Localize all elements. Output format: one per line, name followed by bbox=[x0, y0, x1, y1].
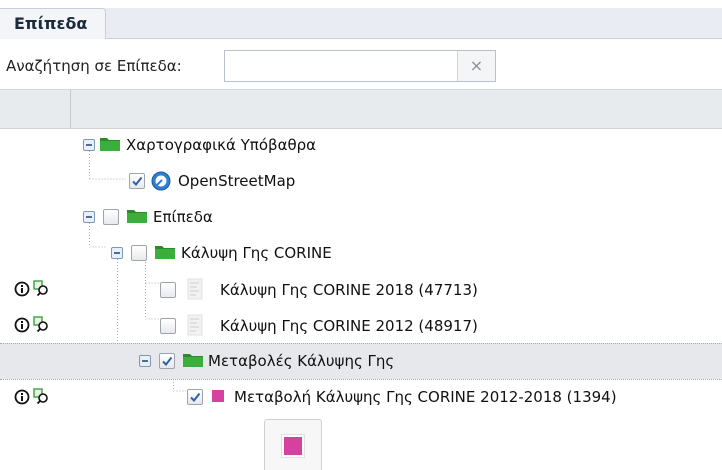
collapse-icon[interactable] bbox=[83, 211, 95, 223]
node-label[interactable]: Κάλυψη Γης CORINE 2018 (47713) bbox=[220, 281, 478, 299]
collapse-icon[interactable] bbox=[83, 139, 95, 151]
zoom-to-layer-icon[interactable] bbox=[33, 388, 49, 404]
checkmark-icon bbox=[162, 356, 173, 367]
folder-checkbox[interactable] bbox=[131, 245, 147, 261]
checkmark-icon bbox=[132, 176, 143, 187]
tree-row-corine-folder[interactable]: Κάλυψη Γης CORINE bbox=[0, 235, 722, 271]
node-label[interactable]: Μεταβολές Κάλυψης Γης bbox=[208, 352, 394, 370]
clear-search-button[interactable]: × bbox=[457, 51, 495, 81]
layer-tree: Χαρτογραφικά Υπόβαθρα OpenStreetMap Επίπ… bbox=[0, 127, 722, 407]
node-label[interactable]: Κάλυψη Γης CORINE bbox=[181, 244, 332, 262]
tree-row-layers-folder[interactable]: Επίπεδα bbox=[0, 199, 722, 235]
folder-icon bbox=[127, 210, 147, 223]
folder-checkbox[interactable] bbox=[103, 209, 119, 225]
header-column-divider[interactable] bbox=[70, 90, 71, 128]
node-label[interactable]: Χαρτογραφικά Υπόβαθρα bbox=[126, 136, 316, 154]
folder-checkbox[interactable] bbox=[159, 353, 175, 369]
tree-row-corine-change-2012-2018[interactable]: Μεταβολή Κάλυψης Γης CORINE 2012-2018 (1… bbox=[0, 379, 722, 415]
legend-swatch-icon bbox=[281, 434, 305, 458]
folder-icon bbox=[155, 246, 175, 259]
folder-icon bbox=[183, 354, 203, 367]
search-label: Αναζήτηση σε Επίπεδα: bbox=[6, 57, 182, 75]
layer-search-row: Αναζήτηση σε Επίπεδα: × bbox=[0, 50, 722, 86]
tree-row-basemaps[interactable]: Χαρτογραφικά Υπόβαθρα bbox=[0, 127, 722, 163]
checkmark-icon bbox=[190, 392, 201, 403]
tree-row-openstreetmap[interactable]: OpenStreetMap bbox=[0, 163, 722, 199]
tab-strip: Επίπεδα bbox=[0, 8, 722, 39]
document-icon bbox=[187, 314, 203, 336]
node-label[interactable]: OpenStreetMap bbox=[178, 172, 295, 190]
tree-row-corine-2012[interactable]: Κάλυψη Γης CORINE 2012 (48917) bbox=[0, 307, 722, 343]
zoom-to-layer-icon[interactable] bbox=[33, 316, 49, 332]
osm-globe-icon bbox=[151, 171, 171, 191]
document-icon bbox=[187, 278, 203, 300]
info-icon[interactable] bbox=[14, 281, 30, 297]
node-label[interactable]: Κάλυψη Γης CORINE 2012 (48917) bbox=[220, 317, 478, 335]
folder-icon bbox=[100, 138, 120, 151]
layer-checkbox[interactable] bbox=[187, 389, 203, 405]
layer-checkbox[interactable] bbox=[129, 173, 145, 189]
legend-toggle-button[interactable] bbox=[264, 419, 322, 470]
legend-swatch-icon bbox=[212, 390, 224, 402]
tree-header-bar bbox=[0, 89, 722, 129]
node-label[interactable]: Επίπεδα bbox=[153, 208, 213, 226]
layer-checkbox[interactable] bbox=[160, 282, 176, 298]
tab-layers[interactable]: Επίπεδα bbox=[0, 8, 107, 39]
layer-search-input[interactable] bbox=[225, 51, 458, 81]
collapse-icon[interactable] bbox=[139, 355, 151, 367]
layer-checkbox[interactable] bbox=[160, 318, 176, 334]
tree-row-landcover-changes-folder[interactable]: Μεταβολές Κάλυψης Γης bbox=[0, 343, 722, 380]
collapse-icon[interactable] bbox=[111, 247, 123, 259]
info-icon[interactable] bbox=[14, 389, 30, 405]
tree-row-corine-2018[interactable]: Κάλυψη Γης CORINE 2018 (47713) bbox=[0, 271, 722, 307]
info-icon[interactable] bbox=[14, 317, 30, 333]
search-box: × bbox=[224, 50, 496, 82]
node-label[interactable]: Μεταβολή Κάλυψης Γης CORINE 2012-2018 (1… bbox=[234, 388, 617, 406]
zoom-to-layer-icon[interactable] bbox=[33, 280, 49, 296]
